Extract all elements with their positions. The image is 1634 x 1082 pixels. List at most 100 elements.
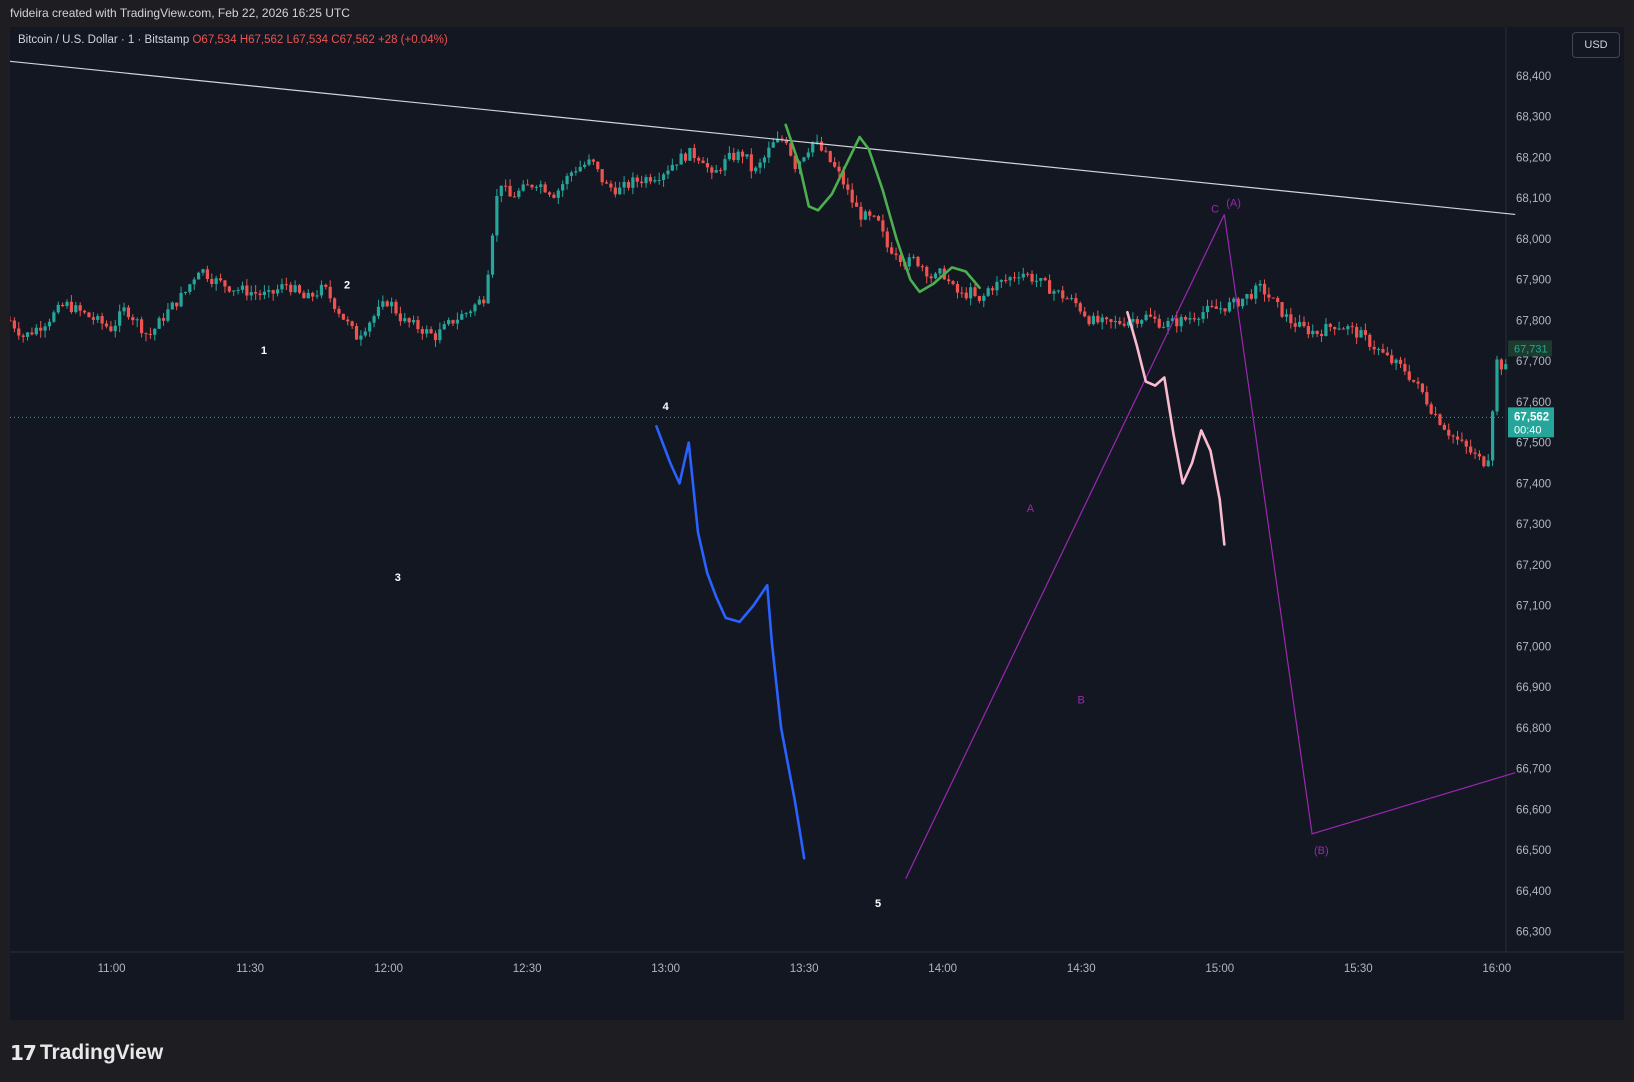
price-tick-label: 67,900 (1516, 275, 1551, 287)
candle-body (1008, 277, 1012, 281)
chart-background (10, 27, 1624, 1020)
candle-body (1355, 326, 1359, 338)
wave-label[interactable]: 2 (344, 280, 350, 292)
candle-body (504, 185, 508, 187)
price-chart[interactable]: 66,300 66,400 66,500 66,600 66,700 66,800 66,9… (10, 27, 1624, 1020)
candle-body (188, 284, 192, 292)
candle-body (442, 324, 446, 330)
time-tick-label: 15:00 (1205, 963, 1234, 975)
candle-body (350, 321, 354, 327)
wave-label[interactable]: C (1211, 203, 1219, 215)
candle-body (87, 312, 91, 318)
candle-body (1113, 320, 1117, 323)
symbol-name: Bitcoin / U.S. Dollar · 1 · Bitstamp (18, 34, 190, 46)
candle-body (218, 278, 223, 281)
close-value: C67,562 (331, 34, 375, 46)
low-value: L67,534 (286, 34, 329, 46)
price-tick-label: 68,100 (1516, 193, 1551, 205)
candle-body (613, 187, 617, 195)
candle-body (249, 292, 253, 296)
candle-body (1254, 285, 1258, 299)
wave-label[interactable]: 4 (663, 401, 670, 413)
candle-body (876, 216, 881, 221)
price-tick-label: 66,700 (1516, 764, 1551, 776)
candle-body (1398, 359, 1403, 364)
candle-body (179, 292, 183, 307)
candle-body (1350, 326, 1354, 328)
time-tick-label: 13:30 (790, 963, 819, 975)
candle-body (65, 301, 69, 307)
wave-label[interactable]: 3 (395, 572, 401, 584)
candle-body (205, 269, 209, 280)
footer-brand[interactable]: 17 TradingView (10, 1038, 163, 1068)
candle-body (1438, 414, 1442, 425)
candle-body (833, 162, 837, 167)
candle-body (104, 323, 109, 327)
symbol-legend[interactable]: Bitcoin / U.S. Dollar · 1 · Bitstamp O67… (18, 34, 448, 46)
candle-body (1433, 413, 1438, 415)
candle-body (1012, 277, 1017, 279)
candle-body (78, 305, 82, 311)
wave-label[interactable]: B (1078, 694, 1085, 706)
candle-body (438, 329, 442, 341)
candle-body (714, 170, 718, 173)
candle-body (929, 276, 933, 279)
candle-body (135, 319, 139, 321)
candle-body (565, 175, 569, 185)
candle-body (1451, 435, 1455, 437)
candle-body (96, 316, 100, 320)
candle-body (284, 284, 288, 286)
candle-body (486, 274, 490, 304)
candle-body (245, 285, 249, 296)
candle-body (868, 211, 872, 216)
time-tick-label: 16:00 (1482, 963, 1511, 975)
candle-body (337, 308, 341, 314)
candle-body (933, 273, 938, 279)
candle-body (21, 335, 25, 337)
candle-body (969, 287, 973, 299)
candle-body (359, 335, 363, 340)
candle-body (1447, 429, 1451, 436)
candle-body (12, 320, 16, 329)
candle-body (653, 180, 657, 182)
candle-body (1232, 298, 1236, 303)
candle-body (354, 326, 359, 340)
price-tick-label: 66,800 (1516, 723, 1551, 735)
candle-body (311, 292, 315, 297)
candle-body (1385, 352, 1389, 356)
wave-label[interactable]: A (1027, 503, 1035, 515)
candle-body (324, 284, 328, 287)
wave-label[interactable]: (B) (1314, 845, 1329, 857)
price-tick-label: 66,300 (1516, 927, 1551, 939)
candle-body (990, 288, 995, 291)
candle-body (920, 266, 924, 268)
candle-body (1460, 439, 1464, 441)
candle-body (394, 301, 398, 314)
candle-body (736, 151, 740, 161)
candle-body (1034, 280, 1039, 282)
candle-body (512, 196, 517, 198)
candle-body (139, 319, 144, 334)
candle-body (420, 329, 424, 334)
candle-body (161, 318, 166, 321)
time-tick-label: 12:00 (374, 963, 403, 975)
candle-body (100, 316, 104, 324)
candle-body (293, 285, 297, 293)
candle-body (648, 177, 653, 182)
candle-body (1359, 330, 1363, 338)
candle-body (30, 332, 34, 335)
wave-label[interactable]: (A) (1226, 197, 1241, 209)
candle-body (1148, 314, 1153, 317)
candle-body (1276, 297, 1280, 303)
currency-button[interactable]: USD (1572, 32, 1620, 58)
wave-label[interactable]: 1 (261, 345, 267, 357)
candle-body (425, 329, 429, 334)
candle-body (227, 286, 231, 292)
candle-body (34, 327, 38, 335)
candle-body (1162, 326, 1166, 328)
wave-label[interactable]: 5 (875, 898, 881, 910)
candle-body (1455, 436, 1460, 440)
candle-body (859, 206, 863, 220)
candle-body (850, 189, 854, 203)
candle-body (1118, 320, 1122, 324)
